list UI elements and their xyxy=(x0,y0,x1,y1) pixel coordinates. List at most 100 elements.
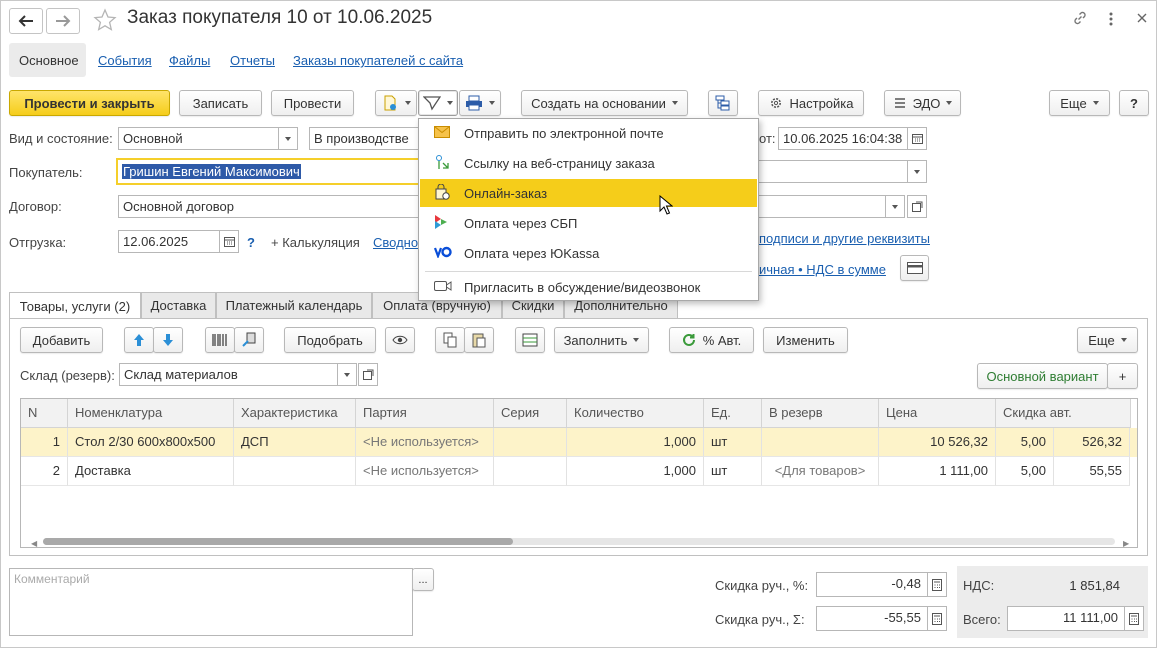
order-kind-dropdown[interactable] xyxy=(278,127,298,150)
attach-files-button[interactable] xyxy=(375,90,417,116)
cell-characteristic[interactable] xyxy=(234,457,356,486)
cell-item[interactable]: Стол 2/30 600х800х500 xyxy=(68,428,234,457)
cell-unit[interactable]: шт xyxy=(704,428,762,457)
vat-mode-link[interactable]: ичная • НДС в сумме xyxy=(759,262,886,277)
copy-button[interactable] xyxy=(435,327,465,353)
column-header-auto-discount[interactable]: Скидка авт. xyxy=(996,399,1131,428)
move-up-button[interactable] xyxy=(124,327,154,353)
menu-item-online-order[interactable]: Онлайн-заказ xyxy=(420,179,757,207)
manual-discount-sum-field[interactable]: -55,55 xyxy=(816,606,928,631)
move-down-button[interactable] xyxy=(153,327,183,353)
signatures-link[interactable]: подписи и другие реквизиты xyxy=(759,231,930,246)
manual-discount-percent-calc-button[interactable] xyxy=(927,572,947,597)
scanner-button[interactable] xyxy=(234,327,264,353)
column-header-series[interactable]: Серия xyxy=(494,399,567,428)
shipment-date-field[interactable]: 12.06.2025 xyxy=(118,230,220,253)
tab-goods[interactable]: Товары, услуги (2) xyxy=(9,292,141,319)
customer-right-dropdown[interactable] xyxy=(907,160,927,183)
cell-series[interactable] xyxy=(494,457,567,486)
menu-item-yookassa-payment[interactable]: Оплата через ЮKassa xyxy=(420,239,757,267)
section-tab-events[interactable]: События xyxy=(98,53,152,68)
total-field[interactable]: 11 111,00 xyxy=(1007,606,1125,631)
forward-button[interactable] xyxy=(46,8,80,34)
tab-payment-calendar[interactable]: Платежный календарь xyxy=(216,292,372,318)
post-and-close-button[interactable]: Провести и закрыть xyxy=(9,90,170,116)
contract-open-button[interactable] xyxy=(907,195,927,218)
edo-button[interactable]: ЭДО xyxy=(884,90,961,116)
send-menu-button[interactable] xyxy=(418,90,458,116)
fill-table-button[interactable] xyxy=(515,327,545,353)
post-button[interactable]: Провести xyxy=(271,90,354,116)
column-header-characteristic[interactable]: Характеристика xyxy=(234,399,356,428)
summary-link[interactable]: Сводно xyxy=(373,235,418,250)
more-vertical-icon[interactable] xyxy=(1108,11,1114,31)
menu-item-send-email[interactable]: Отправить по электронной почте xyxy=(420,119,757,147)
auto-discount-button[interactable]: % Авт. xyxy=(669,327,754,353)
column-header-price[interactable]: Цена xyxy=(879,399,996,428)
barcode-button[interactable] xyxy=(205,327,235,353)
column-header-item[interactable]: Номенклатура xyxy=(68,399,234,428)
write-button[interactable]: Записать xyxy=(179,90,262,116)
section-tab-site-orders[interactable]: Заказы покупателей с сайта xyxy=(293,53,463,68)
contract-field[interactable]: Основной договор xyxy=(118,195,420,218)
comment-field[interactable]: Комментарий xyxy=(9,568,413,636)
contract-right-dropdown[interactable] xyxy=(885,195,905,218)
scroll-left-icon[interactable]: ◀ xyxy=(31,539,37,547)
warehouse-field[interactable]: Склад материалов xyxy=(119,363,338,386)
preview-button[interactable] xyxy=(385,327,415,353)
cell-n[interactable]: 1 xyxy=(21,428,68,457)
structure-button[interactable] xyxy=(708,90,738,116)
customer-field[interactable]: Гришин Евгений Максимович xyxy=(116,158,421,185)
cell-unit[interactable]: шт xyxy=(704,457,762,486)
link-icon[interactable] xyxy=(1072,10,1088,30)
cell-reserve[interactable]: <Для товаров> xyxy=(762,457,879,486)
close-icon[interactable] xyxy=(1136,10,1148,30)
print-button[interactable] xyxy=(459,90,501,116)
comment-expand-button[interactable]: ... xyxy=(412,568,434,591)
help-button[interactable]: ? xyxy=(1119,90,1149,116)
contract-right-field[interactable] xyxy=(758,195,886,218)
cell-price[interactable]: 1 111,00 xyxy=(879,457,996,486)
pick-items-button[interactable]: Подобрать xyxy=(284,327,376,353)
menu-item-sbp-payment[interactable]: Оплата через СБП xyxy=(420,209,757,237)
tab-delivery[interactable]: Доставка xyxy=(141,292,216,318)
order-kind-field[interactable]: Основной xyxy=(118,127,279,150)
favorite-star-icon[interactable] xyxy=(93,8,117,35)
column-header-quantity[interactable]: Количество xyxy=(567,399,704,428)
column-header-batch[interactable]: Партия xyxy=(356,399,494,428)
column-header-reserve[interactable]: В резерв xyxy=(762,399,879,428)
paste-button[interactable] xyxy=(464,327,494,353)
calculation-link[interactable]: + Калькуляция xyxy=(271,235,360,250)
cell-characteristic[interactable]: ДСП xyxy=(234,428,356,457)
warehouse-open-button[interactable] xyxy=(358,363,378,386)
date-calendar-button[interactable] xyxy=(907,127,927,150)
date-field[interactable]: 10.06.2025 16:04:38 xyxy=(778,127,908,150)
total-calc-button[interactable] xyxy=(1124,606,1144,631)
cell-quantity[interactable]: 1,000 xyxy=(567,428,704,457)
manual-discount-percent-field[interactable]: -0,48 xyxy=(816,572,928,597)
settings-button[interactable]: Настройка xyxy=(758,90,864,116)
add-variant-button[interactable]: + xyxy=(1107,363,1138,389)
cell-series[interactable] xyxy=(494,428,567,457)
warehouse-dropdown[interactable] xyxy=(337,363,357,386)
shipment-help-icon[interactable]: ? xyxy=(247,235,255,250)
cell-discount-percent[interactable]: 5,00 xyxy=(996,428,1054,457)
cell-item[interactable]: Доставка xyxy=(68,457,234,486)
cell-reserve[interactable] xyxy=(762,428,879,457)
shipment-calendar-button[interactable] xyxy=(219,230,239,253)
menu-item-web-link[interactable]: Ссылку на веб-страницу заказа xyxy=(420,149,757,177)
customer-right-field[interactable] xyxy=(758,160,908,183)
cell-price[interactable]: 10 526,32 xyxy=(879,428,996,457)
back-button[interactable] xyxy=(9,8,43,34)
cell-discount-percent[interactable]: 5,00 xyxy=(996,457,1054,486)
cell-discount-sum[interactable]: 526,32 xyxy=(1054,428,1130,457)
change-button[interactable]: Изменить xyxy=(763,327,848,353)
menu-item-video-call[interactable]: Пригласить в обсуждение/видеозвонок xyxy=(420,273,757,301)
manual-discount-sum-calc-button[interactable] xyxy=(927,606,947,631)
main-variant-button[interactable]: Основной вариант xyxy=(977,363,1108,389)
add-row-button[interactable]: Добавить xyxy=(20,327,103,353)
section-tab-files[interactable]: Файлы xyxy=(169,53,210,68)
horizontal-scrollbar-thumb[interactable] xyxy=(43,538,513,545)
column-header-unit[interactable]: Ед. xyxy=(704,399,762,428)
section-tab-main[interactable]: Основное xyxy=(19,53,79,68)
